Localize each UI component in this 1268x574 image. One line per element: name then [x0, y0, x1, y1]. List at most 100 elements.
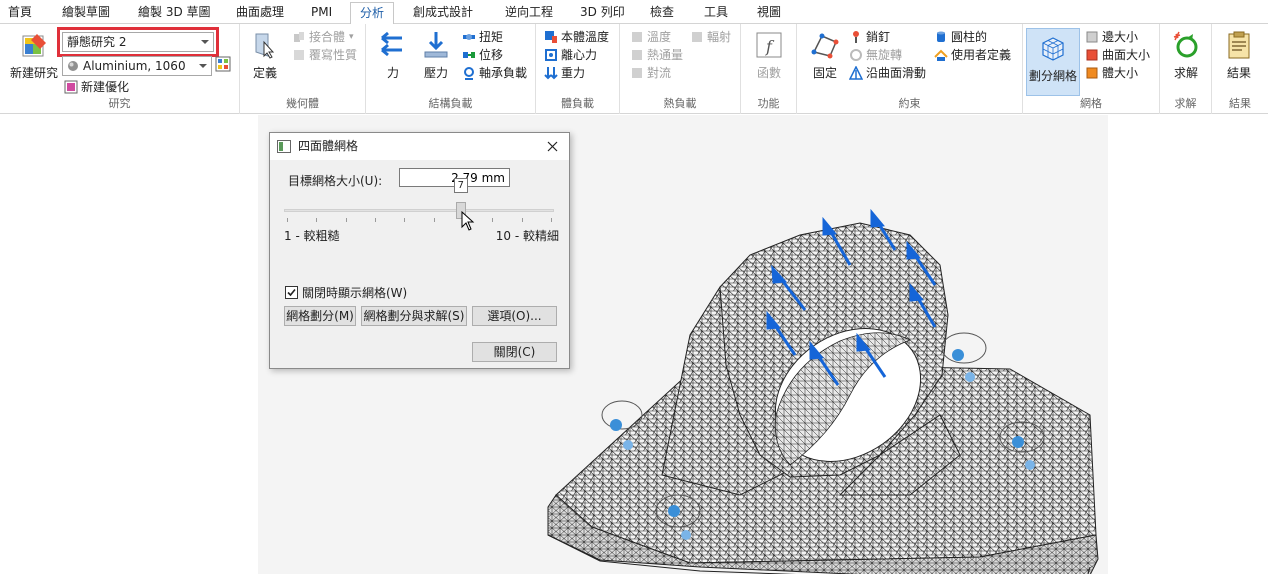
mesh-and-solve-button[interactable]: 網格劃分與求解(S)	[361, 306, 467, 326]
pin-button[interactable]: 銷釘	[849, 28, 890, 46]
new-optimization-button[interactable]: 新建優化	[64, 78, 129, 96]
close-button[interactable]: 關閉(C)	[472, 342, 557, 362]
slider-value-tooltip: 7	[453, 178, 468, 193]
user-defined-button[interactable]: 使用者定義	[934, 46, 1011, 64]
group-body-label: 體負載	[561, 97, 594, 110]
generate-mesh-button[interactable]: 劃分網格	[1026, 28, 1080, 96]
group-structural-loads: 力 壓力 扭矩 位移 軸承負載 結構負載	[366, 24, 536, 114]
surface-size-button[interactable]: 曲面大小	[1085, 46, 1150, 64]
mesh-model[interactable]	[0, 115, 1268, 574]
group-structural-label: 結構負載	[428, 97, 473, 110]
tab-3d-print[interactable]: 3D 列印	[580, 0, 625, 24]
slider-tick	[433, 218, 435, 222]
target-size-label: 目標網格大小(U):	[288, 174, 383, 188]
new-optimization-label: 新建優化	[81, 80, 130, 94]
radiation-button[interactable]: 輻射	[690, 28, 731, 46]
torque-label: 扭矩	[479, 30, 504, 44]
force-label: 力	[386, 66, 399, 80]
gravity-label: 重力	[561, 66, 586, 80]
mouse-cursor-icon	[461, 211, 475, 231]
function-button[interactable]: f 函數	[753, 30, 785, 81]
results-button[interactable]: 結果	[1222, 30, 1256, 81]
material-sphere-icon	[68, 61, 78, 71]
options-button[interactable]: 選項(O)...	[472, 306, 557, 326]
tab-analysis[interactable]: 分析	[350, 2, 395, 25]
define-button[interactable]: 定義	[248, 30, 282, 81]
body-temperature-button[interactable]: 本體溫度	[544, 28, 609, 46]
tab-surface[interactable]: 曲面處理	[236, 0, 284, 24]
solve-label: 求解	[1173, 66, 1198, 80]
study-select-highlight	[57, 27, 219, 57]
material-editor-icon[interactable]	[215, 56, 231, 72]
new-study-button[interactable]: 新建研究	[8, 30, 60, 81]
fixed-button[interactable]: 固定	[807, 30, 843, 81]
heat-flux-button[interactable]: 熱通量	[630, 46, 683, 64]
chevron-down-icon: ▾	[349, 32, 354, 42]
group-geometry-label: 幾何體	[286, 97, 319, 110]
pressure-icon	[424, 32, 448, 58]
tab-3d-sketch[interactable]: 繪製 3D 草圖	[138, 0, 211, 24]
new-study-label: 新建研究	[9, 66, 58, 80]
checkmark-icon	[287, 288, 296, 296]
define-icon	[255, 33, 275, 59]
fixed-constraint-icon	[811, 33, 839, 59]
body-temperature-label: 本體溫度	[561, 30, 610, 44]
no-rotation-button[interactable]: 無旋轉	[849, 46, 902, 64]
close-icon[interactable]	[547, 141, 558, 152]
graphics-viewport[interactable]	[0, 115, 1268, 574]
group-thermal-loads: 溫度 熱通量 對流 輻射 熱負載	[620, 24, 741, 114]
slide-icon	[849, 66, 863, 80]
user-defined-label: 使用者定義	[951, 48, 1012, 62]
slider-track	[284, 209, 554, 212]
solve-button[interactable]: 求解	[1170, 30, 1202, 81]
volume-size-button[interactable]: 體大小	[1085, 64, 1138, 82]
override-properties-button[interactable]: 覆寫性質	[292, 46, 357, 64]
slide-on-surface-button[interactable]: 沿曲面滑動	[849, 64, 926, 82]
tab-tools[interactable]: 工具	[704, 0, 728, 24]
tab-generative-design[interactable]: 創成式設計	[413, 0, 473, 24]
tab-reverse-engineering[interactable]: 逆向工程	[505, 0, 553, 24]
gravity-icon	[544, 67, 558, 80]
generate-mesh-label: 劃分網格	[1028, 69, 1077, 83]
heat-flux-icon	[632, 50, 642, 60]
material-select-value: Aluminium, 1060	[83, 59, 186, 73]
fixed-label: 固定	[812, 66, 837, 80]
pressure-label: 壓力	[423, 66, 448, 80]
tab-sketch[interactable]: 繪製草圖	[62, 0, 110, 24]
radiation-icon	[692, 32, 702, 42]
cylindrical-button[interactable]: 圓柱的	[934, 28, 987, 46]
slide-label: 沿曲面滑動	[866, 66, 927, 80]
checkbox-box[interactable]	[285, 285, 298, 299]
bearing-load-button[interactable]: 軸承負載	[462, 64, 527, 82]
show-mesh-checkbox[interactable]: 關閉時顯示網格(W)	[285, 284, 407, 300]
mount-hole-back-right	[941, 332, 987, 364]
heat-flux-label: 熱通量	[647, 48, 684, 62]
gravity-button[interactable]: 重力	[544, 64, 585, 82]
mesh-cube-icon	[1042, 37, 1064, 61]
contact-button[interactable]: 接合體 ▾	[292, 28, 354, 46]
displacement-button[interactable]: 位移	[462, 46, 503, 64]
volume-size-icon	[1086, 67, 1098, 79]
surface-size-label: 曲面大小	[1102, 48, 1151, 62]
no-rotation-icon	[850, 49, 862, 61]
pin-icon	[853, 31, 859, 43]
temperature-button[interactable]: 溫度	[630, 28, 671, 46]
tab-home[interactable]: 首頁	[8, 0, 32, 24]
torque-icon	[463, 34, 475, 40]
pressure-button[interactable]: 壓力	[418, 30, 454, 81]
volume-size-label: 體大小	[1102, 66, 1139, 80]
centrifugal-button[interactable]: 離心力	[544, 46, 597, 64]
torque-button[interactable]: 扭矩	[462, 28, 503, 46]
tab-inspect[interactable]: 檢查	[650, 0, 674, 24]
material-select[interactable]: Aluminium, 1060	[62, 56, 212, 76]
contact-label: 接合體	[309, 30, 346, 44]
tab-pmi[interactable]: PMI	[311, 0, 332, 24]
force-button[interactable]: 力	[376, 30, 410, 81]
tab-view[interactable]: 視圖	[757, 0, 781, 24]
convection-button[interactable]: 對流	[630, 64, 671, 82]
dialog-title-bar[interactable]: 四面體網格	[270, 133, 569, 160]
displacement-icon	[463, 52, 475, 58]
convection-icon	[632, 68, 642, 78]
edge-size-button[interactable]: 邊大小	[1085, 28, 1138, 46]
mesh-button[interactable]: 網格劃分(M)	[284, 306, 356, 326]
